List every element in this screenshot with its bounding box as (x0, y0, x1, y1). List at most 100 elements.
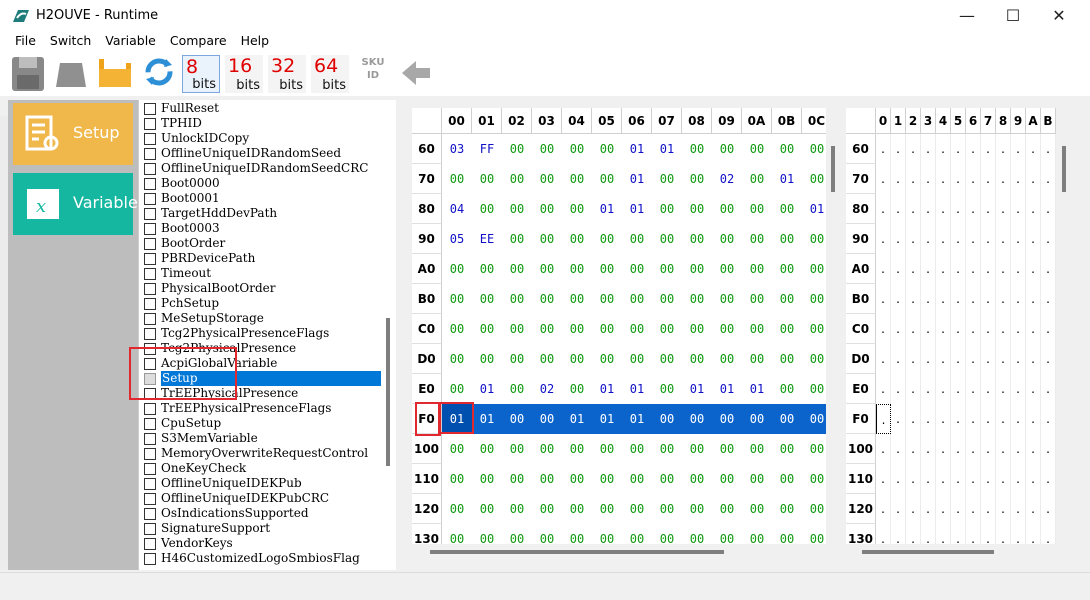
hex-byte-cell[interactable]: 00 (472, 164, 502, 194)
ascii-char-cell[interactable]: . (1011, 524, 1026, 544)
ascii-char-cell[interactable]: . (936, 374, 951, 404)
variable-list-item[interactable]: TargetHddDevPath (139, 206, 381, 221)
maximize-button[interactable]: ☐ (990, 0, 1036, 31)
ascii-char-cell[interactable]: . (936, 284, 951, 314)
hex-byte-cell[interactable]: 00 (772, 404, 802, 434)
ascii-char-cell[interactable]: . (1041, 344, 1056, 374)
ascii-char-cell[interactable]: . (951, 434, 966, 464)
ascii-char-cell[interactable]: . (1041, 404, 1056, 434)
ascii-char-cell[interactable]: . (981, 374, 996, 404)
variable-checkbox[interactable] (144, 313, 156, 325)
ascii-char-cell[interactable]: . (891, 404, 906, 434)
hex-byte-cell[interactable]: 01 (592, 404, 622, 434)
hex-byte-cell[interactable]: 00 (532, 284, 562, 314)
ascii-char-cell[interactable]: . (951, 194, 966, 224)
ascii-char-cell[interactable]: . (921, 524, 936, 544)
hex-byte-cell[interactable]: 00 (652, 464, 682, 494)
variable-checkbox[interactable] (144, 478, 156, 490)
ascii-char-cell[interactable]: . (996, 224, 1011, 254)
ascii-char-cell[interactable]: . (876, 494, 891, 524)
ascii-char-cell[interactable]: . (906, 494, 921, 524)
menu-switch[interactable]: Switch (43, 31, 98, 51)
hex-byte-cell[interactable]: 00 (712, 344, 742, 374)
hex-byte-cell[interactable]: 00 (682, 254, 712, 284)
ascii-char-cell[interactable]: . (906, 164, 921, 194)
hex-byte-cell[interactable]: 00 (772, 374, 802, 404)
hex-byte-cell[interactable]: 00 (742, 224, 772, 254)
ascii-char-cell[interactable]: . (936, 464, 951, 494)
hex-byte-cell[interactable]: 00 (562, 284, 592, 314)
load-icon[interactable] (54, 57, 88, 91)
hex-byte-cell[interactable]: 00 (772, 254, 802, 284)
hex-byte-cell[interactable]: 00 (802, 524, 826, 544)
hex-vertical-scrollbar[interactable] (831, 146, 835, 192)
hex-byte-cell[interactable]: 01 (592, 374, 622, 404)
ascii-char-cell[interactable]: . (981, 434, 996, 464)
ascii-char-cell[interactable]: . (891, 194, 906, 224)
ascii-char-cell[interactable]: . (1041, 314, 1056, 344)
minimize-button[interactable]: — (944, 0, 990, 31)
hex-byte-cell[interactable]: 00 (502, 464, 532, 494)
hex-byte-cell[interactable]: FF (472, 134, 502, 164)
hex-byte-cell[interactable]: 00 (652, 194, 682, 224)
ascii-char-cell[interactable]: . (1041, 164, 1056, 194)
hex-byte-cell[interactable]: 02 (712, 164, 742, 194)
ascii-char-cell[interactable]: . (891, 464, 906, 494)
variable-list-item[interactable]: OneKeyCheck (139, 461, 381, 476)
menu-variable[interactable]: Variable (98, 31, 163, 51)
ascii-char-cell[interactable]: . (906, 284, 921, 314)
hex-byte-cell[interactable]: 05 (442, 224, 472, 254)
ascii-char-cell[interactable]: . (1011, 434, 1026, 464)
ascii-char-cell[interactable]: . (1026, 494, 1041, 524)
variable-list[interactable]: FullReset TPHID UnlockIDCopy OfflineUniqueI… (138, 100, 396, 570)
ascii-char-cell[interactable]: . (1011, 464, 1026, 494)
ascii-char-cell[interactable]: . (921, 134, 936, 164)
hex-byte-cell[interactable]: 00 (802, 404, 826, 434)
hex-byte-cell[interactable]: 04 (442, 194, 472, 224)
hex-byte-cell[interactable]: 00 (502, 434, 532, 464)
variable-list-item[interactable]: PhysicalBootOrder (139, 281, 381, 296)
variable-list-item[interactable]: Boot0003 (139, 221, 381, 236)
ascii-char-cell[interactable]: . (1026, 194, 1041, 224)
variable-list-item[interactable]: Tcg2PhysicalPresenceFlags (139, 326, 381, 341)
ascii-char-cell[interactable]: . (981, 134, 996, 164)
hex-byte-cell[interactable]: 00 (502, 134, 532, 164)
variable-list-item[interactable]: OfflineUniqueIDRandomSeedCRC (139, 161, 381, 176)
hex-byte-cell[interactable]: 00 (742, 344, 772, 374)
variable-button[interactable]: x Variable (13, 173, 138, 235)
ascii-char-cell[interactable]: . (966, 434, 981, 464)
hex-byte-cell[interactable]: 00 (502, 374, 532, 404)
ascii-char-cell[interactable]: . (1026, 464, 1041, 494)
hex-byte-cell[interactable]: 00 (592, 224, 622, 254)
ascii-char-cell[interactable]: . (936, 344, 951, 374)
hex-byte-cell[interactable]: 01 (622, 194, 652, 224)
ascii-char-cell[interactable]: . (966, 224, 981, 254)
hex-byte-cell[interactable]: 00 (502, 224, 532, 254)
ascii-char-cell[interactable]: . (936, 254, 951, 284)
ascii-char-cell[interactable]: . (966, 284, 981, 314)
ascii-char-cell[interactable]: . (921, 224, 936, 254)
hex-byte-cell[interactable]: 00 (472, 284, 502, 314)
ascii-char-cell[interactable]: . (921, 164, 936, 194)
variable-list-item[interactable]: H46CustomizedLogoSmbiosFlag (139, 551, 381, 566)
ascii-char-cell[interactable]: . (906, 224, 921, 254)
hex-byte-cell[interactable]: 00 (472, 524, 502, 544)
hex-byte-cell[interactable]: 02 (532, 374, 562, 404)
ascii-char-cell[interactable]: . (876, 314, 891, 344)
hex-byte-cell[interactable]: 01 (472, 374, 502, 404)
hex-byte-cell[interactable]: 00 (652, 434, 682, 464)
variable-list-item[interactable]: MemoryOverwriteRequestControl (139, 446, 381, 461)
ascii-char-cell[interactable]: . (1011, 254, 1026, 284)
ascii-char-cell[interactable]: . (1041, 134, 1056, 164)
ascii-char-cell[interactable]: . (921, 434, 936, 464)
ascii-char-cell[interactable]: . (951, 224, 966, 254)
hex-byte-cell[interactable]: 00 (532, 464, 562, 494)
variable-list-item[interactable]: TrEEPhysicalPresenceFlags (139, 401, 381, 416)
hex-byte-cell[interactable]: 00 (652, 284, 682, 314)
ascii-char-cell[interactable]: . (981, 494, 996, 524)
ascii-char-cell[interactable]: . (891, 284, 906, 314)
hex-byte-cell[interactable]: 00 (802, 164, 826, 194)
ascii-char-cell[interactable]: . (981, 464, 996, 494)
ascii-char-cell[interactable]: . (876, 464, 891, 494)
ascii-char-cell[interactable]: . (951, 404, 966, 434)
